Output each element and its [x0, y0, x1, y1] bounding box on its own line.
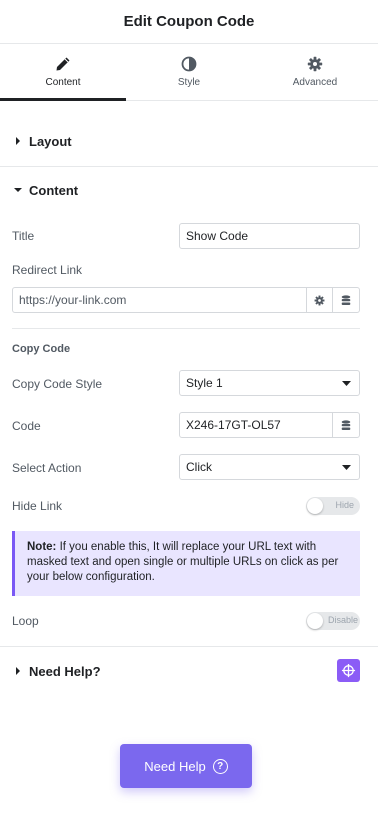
chevron-down-icon	[342, 381, 351, 386]
copy-code-style-select[interactable]: Style 1	[179, 370, 360, 396]
tab-style[interactable]: Style	[126, 44, 252, 100]
note-box: Note: If you enable this, It will replac…	[12, 531, 360, 596]
question-circle-icon: ?	[212, 758, 228, 774]
section-layout-header[interactable]: Layout	[0, 130, 378, 152]
select-action-value: Click	[186, 460, 212, 474]
database-icon	[341, 419, 351, 430]
select-action-label: Select Action	[12, 461, 82, 475]
note-text: If you enable this, It will replace your…	[27, 541, 339, 583]
hide-link-toggle-text: Hide	[335, 500, 354, 510]
need-help-button-label: Need Help	[144, 758, 206, 774]
tab-advanced-label: Advanced	[292, 77, 338, 88]
section-divider	[0, 646, 378, 647]
redirect-settings-button[interactable]	[306, 287, 333, 313]
panel-title: Edit Coupon Code	[123, 13, 255, 30]
section-layout-title: Layout	[29, 133, 72, 149]
redirect-dynamic-tags-button[interactable]	[332, 287, 360, 313]
toggle-knob	[307, 498, 323, 514]
tab-style-label: Style	[177, 77, 201, 88]
loop-label: Loop	[12, 614, 39, 628]
need-help-button[interactable]: Need Help ?	[120, 744, 252, 788]
plugin-logo-icon[interactable]	[337, 659, 360, 682]
select-action-select[interactable]: Click	[179, 454, 360, 480]
caret-right-icon	[16, 137, 20, 145]
tab-content-label: Content	[45, 77, 81, 88]
database-icon	[341, 294, 351, 305]
section-content-title: Content	[29, 182, 79, 198]
section-content-header[interactable]: Content	[0, 179, 378, 201]
hide-link-label: Hide Link	[12, 499, 63, 513]
gear-icon	[307, 56, 323, 72]
code-input[interactable]: X246-17GT-OL57	[179, 412, 333, 438]
panel-header: Edit Coupon Code	[0, 0, 378, 44]
gear-icon	[314, 295, 325, 305]
redirect-link-input[interactable]: https://your-link.com	[12, 287, 307, 313]
tab-advanced[interactable]: Advanced	[252, 44, 378, 100]
loop-toggle-text: Disable	[327, 615, 358, 625]
title-label: Title	[12, 229, 35, 243]
field-divider	[12, 328, 360, 329]
loop-toggle[interactable]: Disable	[306, 612, 360, 630]
title-input[interactable]: Show Code	[179, 223, 360, 249]
copy-code-heading: Copy Code	[12, 343, 71, 355]
code-label: Code	[12, 419, 41, 433]
chevron-down-icon	[342, 465, 351, 470]
caret-right-icon	[16, 667, 20, 675]
section-need-help-title: Need Help?	[29, 663, 101, 679]
section-divider	[0, 166, 378, 167]
hide-link-toggle[interactable]: Hide	[306, 497, 360, 515]
plugin-logo-icon	[341, 663, 356, 678]
pencil-icon	[56, 57, 70, 71]
copy-code-style-value: Style 1	[186, 376, 223, 390]
copy-code-style-label: Copy Code Style	[12, 377, 103, 391]
note-prefix: Note:	[27, 541, 57, 553]
tab-bar: Content Style Advanced	[0, 44, 378, 101]
code-dynamic-tags-button[interactable]	[332, 412, 360, 438]
tab-content[interactable]: Content	[0, 44, 126, 101]
redirect-link-label: Redirect Link	[12, 263, 83, 277]
section-need-help-header[interactable]: Need Help?	[0, 660, 320, 682]
caret-down-icon	[14, 188, 22, 192]
toggle-knob	[307, 613, 323, 629]
contrast-icon	[181, 56, 197, 72]
